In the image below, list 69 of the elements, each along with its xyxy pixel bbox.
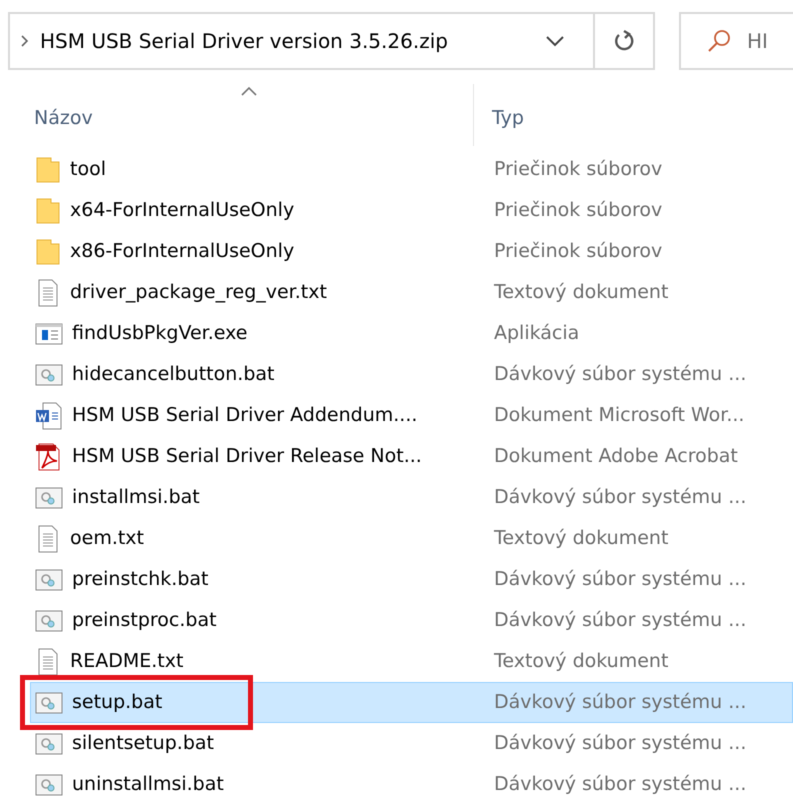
file-type: Dávkový súbor systému ... (493, 608, 746, 634)
file-name: silentsetup.bat (72, 731, 214, 756)
file-name: preinstchk.bat (72, 567, 208, 592)
file-name: findUsbPkgVer.exe (72, 321, 248, 346)
file-type: Priečinok súborov (493, 198, 662, 224)
file-row[interactable]: setup.bat Dávkový súbor systému ... (30, 682, 793, 723)
file-name: uninstallmsi.bat (72, 772, 224, 798)
file-type: Aplikácia (493, 321, 580, 346)
file-type: Dokument Microsoft Wor... (493, 403, 744, 428)
file-name: hidecancelbutton.bat (72, 362, 274, 388)
file-row[interactable]: hidecancelbutton.bat Dávkový súbor systému ... (30, 354, 793, 395)
file-row[interactable]: oem.txt Textový dokument (30, 518, 793, 559)
file-type: Priečinok súborov (493, 239, 662, 264)
folder-icon (35, 196, 61, 224)
file-row[interactable]: HSM USB Serial Driver Release Not... Dokument Adobe Acrobat (30, 436, 793, 477)
file-type: Dávkový súbor systému ... (493, 362, 746, 388)
file-row[interactable]: uninstallmsi.bat Dávkový súbor systému ... (30, 764, 793, 805)
file-row[interactable]: preinstchk.bat Dávkový súbor systému ... (30, 559, 793, 600)
chevron-right-icon (20, 34, 30, 48)
batch-file-icon (35, 566, 63, 592)
address-bar[interactable]: HSM USB Serial Driver version 3.5.26.zip (8, 12, 595, 70)
file-type: Textový dokument (493, 526, 668, 552)
file-row[interactable]: tool Priečinok súborov (30, 149, 793, 190)
refresh-icon (613, 29, 635, 53)
file-row[interactable]: x86-ForInternalUseOnly Priečinok súborov (30, 231, 793, 272)
application-icon (35, 320, 63, 346)
file-type: Textový dokument (493, 280, 668, 306)
file-type: Priečinok súborov (493, 157, 662, 182)
file-type: Dávkový súbor systému ... (493, 772, 746, 798)
folder-icon (35, 238, 61, 266)
file-row[interactable]: driver_package_reg_ver.txt Textový dokument (30, 272, 793, 313)
column-header[interactable]: Názov (34, 104, 93, 132)
file-row[interactable]: findUsbPkgVer.exe Aplikácia (30, 313, 793, 354)
file-name: installmsi.bat (72, 485, 200, 510)
address-path: HSM USB Serial Driver version 3.5.26.zip (39, 28, 449, 55)
file-name: preinstproc.bat (72, 608, 217, 634)
word-document-icon (35, 402, 63, 430)
file-name: HSM USB Serial Driver Addendum.... (72, 403, 418, 428)
batch-file-icon (35, 730, 63, 756)
file-name: driver_package_reg_ver.txt (70, 280, 327, 306)
file-row[interactable]: HSM USB Serial Driver Addendum.... Dokument Microsoft Wor... (30, 395, 793, 436)
file-name: x86-ForInternalUseOnly (70, 239, 294, 264)
folder-icon (35, 156, 61, 184)
file-type: Dávkový súbor systému ... (493, 731, 746, 756)
batch-file-icon (35, 690, 63, 716)
file-type: Dávkový súbor systému ... (493, 690, 746, 716)
file-row[interactable]: installmsi.bat Dávkový súbor systému ... (30, 477, 793, 518)
file-name: HSM USB Serial Driver Release Not... (72, 444, 422, 470)
file-row[interactable]: x64-ForInternalUseOnly Priečinok súborov (30, 190, 793, 231)
file-type: Dávkový súbor systému ... (493, 485, 746, 510)
file-row[interactable]: README.txt Textový dokument (30, 641, 793, 682)
file-name: tool (70, 157, 106, 182)
file-type: Dokument Adobe Acrobat (493, 444, 738, 470)
search-icon (707, 29, 731, 53)
column-header[interactable]: Typ (492, 104, 524, 132)
file-row[interactable]: silentsetup.bat Dávkový súbor systému ... (30, 723, 793, 764)
file-name: setup.bat (72, 690, 162, 716)
file-type: Textový dokument (493, 649, 668, 674)
dropdown-caret-icon[interactable] (545, 35, 565, 47)
batch-file-icon (35, 608, 63, 634)
file-name: README.txt (70, 649, 184, 674)
file-type: Dávkový súbor systému ... (493, 567, 746, 592)
file-name: x64-ForInternalUseOnly (70, 198, 294, 224)
file-name: oem.txt (70, 526, 144, 552)
file-row[interactable]: preinstproc.bat Dávkový súbor systému ... (30, 600, 793, 641)
batch-file-icon (35, 484, 63, 510)
batch-file-icon (35, 362, 63, 388)
batch-file-icon (35, 772, 63, 798)
refresh-button[interactable] (595, 12, 655, 70)
